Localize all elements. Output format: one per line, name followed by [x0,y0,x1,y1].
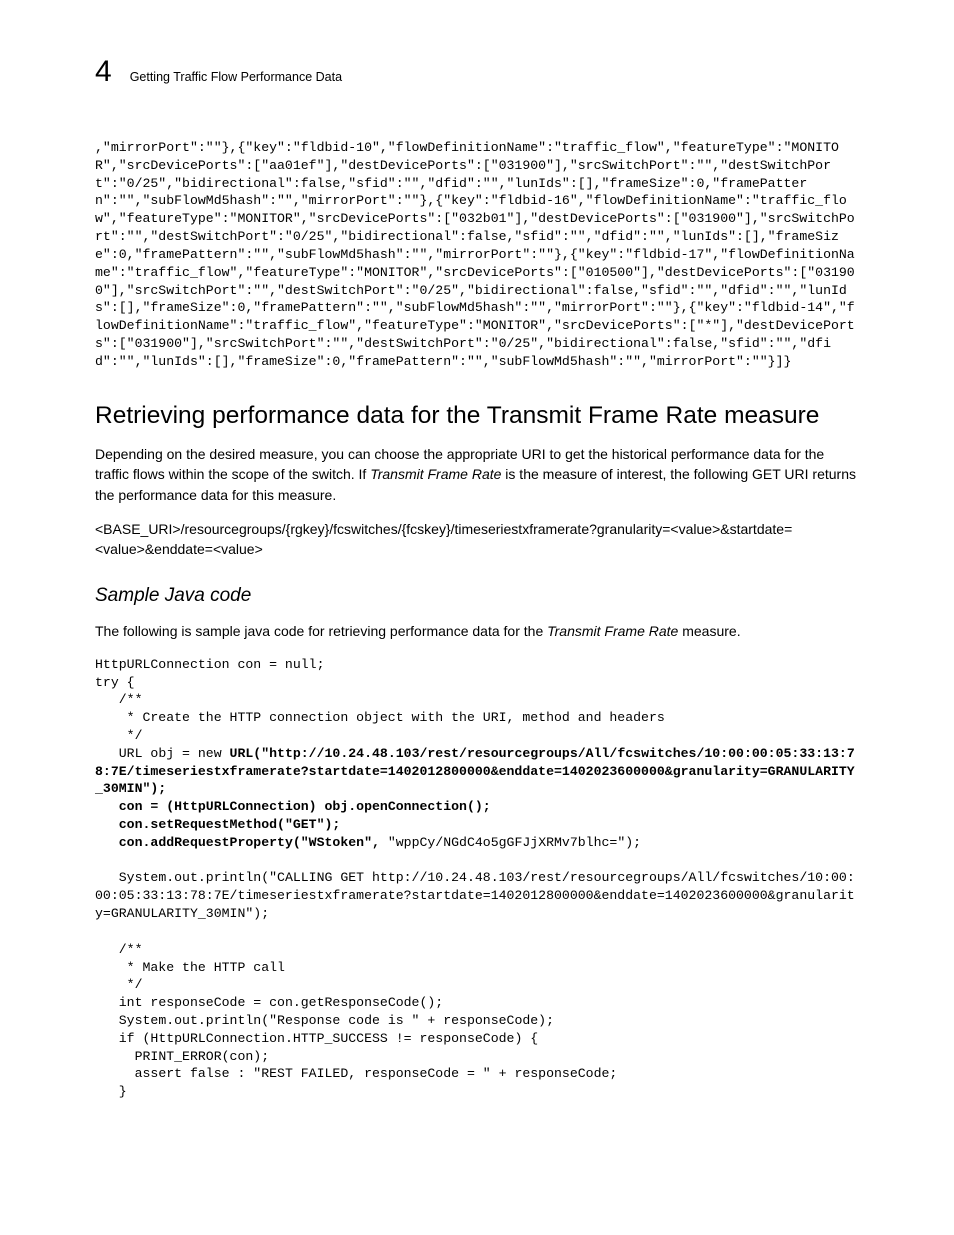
code-line: HttpURLConnection con = null; [95,657,325,672]
code-line: "wppCy/NGdC4o5gGFJjXRMv7blhc="); [388,835,641,850]
page: 4 Getting Traffic Flow Performance Data … [0,0,954,1235]
code-blank [95,853,103,868]
code-line: System.out.println("Response code is " +… [95,1013,554,1028]
code-line: PRINT_ERROR(con); [95,1049,269,1064]
code-line-bold: con.setRequestMethod("GET"); [95,817,340,832]
uri-template: <BASE_URI>/resourcegroups/{rgkey}/fcswit… [95,519,859,560]
json-output-block: ,"mirrorPort":""},{"key":"fldbid-10","fl… [95,139,859,371]
para-text: The following is sample java code for re… [95,623,547,639]
code-line: */ [95,977,142,992]
code-line: assert false : "REST FAILED, responseCod… [95,1066,617,1081]
para-emphasis: Transmit Frame Rate [547,623,678,639]
page-header: 4 Getting Traffic Flow Performance Data [95,55,859,89]
section-heading: Retrieving performance data for the Tran… [95,401,859,430]
code-line: * Make the HTTP call [95,960,285,975]
para-emphasis: Transmit Frame Rate [370,466,501,482]
running-title: Getting Traffic Flow Performance Data [130,70,342,84]
subsection-heading: Sample Java code [95,585,859,607]
para-text: measure. [678,623,740,639]
code-line-bold: con = (HttpURLConnection) obj.openConnec… [95,799,491,814]
code-line: /** [95,692,143,707]
code-line: try { [95,675,135,690]
code-line: int responseCode = con.getResponseCode()… [95,995,443,1010]
code-line: */ [95,728,142,743]
sample-intro: The following is sample java code for re… [95,621,859,641]
code-line: if (HttpURLConnection.HTTP_SUCCESS != re… [95,1031,538,1046]
code-line: * Create the HTTP connection object with… [95,710,665,725]
code-line: System.out.println("CALLING GET http://1… [95,870,855,921]
code-blank [95,924,103,939]
code-line: } [95,1084,127,1099]
java-code-block: HttpURLConnection con = null; try { /** … [95,656,859,1101]
chapter-number: 4 [95,55,112,89]
code-line: /** [95,942,143,957]
section-paragraph: Depending on the desired measure, you ca… [95,444,859,505]
code-line: URL obj = new [95,746,230,761]
code-line-bold: con.addRequestProperty("WStoken", [95,835,388,850]
